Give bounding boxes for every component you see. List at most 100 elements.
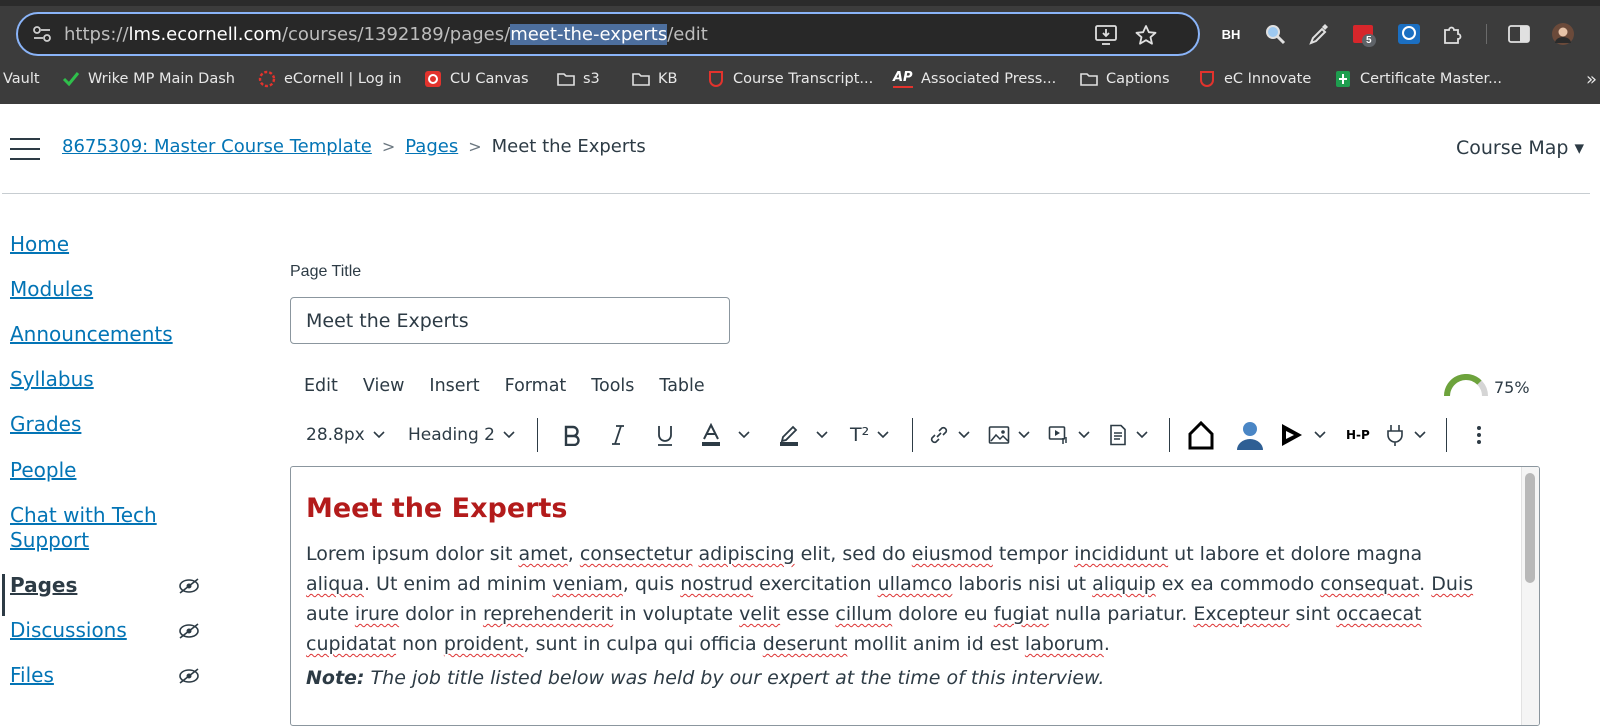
editor-scrollbar[interactable]	[1521, 467, 1539, 725]
extensions-puzzle-icon[interactable]	[1440, 22, 1466, 46]
font-size-value: 28.8px	[306, 425, 365, 445]
chat-extension-icon[interactable]	[1396, 22, 1422, 46]
spellcheck-flagged-word: eiusmod	[911, 543, 993, 565]
nav-item-support[interactable]: Support	[10, 528, 89, 553]
more-tools-button[interactable]	[1476, 420, 1482, 450]
nav-item-files[interactable]: Files	[10, 663, 54, 688]
superscript-button[interactable]: T²	[850, 420, 889, 450]
nav-item-people[interactable]: People	[10, 458, 76, 483]
magnifier-extension-icon[interactable]	[1262, 22, 1288, 46]
link-button[interactable]	[928, 420, 970, 450]
highlighter-icon	[780, 425, 798, 446]
bookmark-label: CU Canvas	[450, 71, 529, 87]
profile-avatar[interactable]	[1550, 22, 1576, 46]
highlight-color-button[interactable]	[778, 420, 828, 450]
image-icon	[988, 426, 1010, 444]
sheets-icon	[1336, 71, 1350, 87]
hamburger-menu-icon[interactable]	[10, 138, 40, 160]
nav-item-home[interactable]: Home	[10, 232, 69, 257]
underline-button[interactable]	[654, 420, 676, 450]
spellcheck-flagged-word: Excepteur	[1193, 603, 1290, 625]
ap-icon: AP	[893, 70, 913, 88]
bookmark-label: eCornell | Log in	[284, 71, 402, 87]
block-format-select[interactable]: Heading 2	[408, 420, 515, 450]
nav-item-grades[interactable]: Grades	[10, 412, 81, 437]
bookmark-course-transcript[interactable]: Course Transcript...	[707, 68, 873, 90]
site-settings-icon[interactable]	[32, 25, 52, 43]
bookmark-ec-innovate[interactable]: eC Innovate	[1198, 68, 1311, 90]
menu-edit[interactable]: Edit	[304, 376, 338, 396]
h5p-tool-button[interactable]: H-P	[1346, 420, 1370, 450]
paragraph-text: laboris nisi ut	[952, 573, 1093, 595]
scrollbar-thumb[interactable]	[1525, 473, 1535, 583]
italic-button[interactable]	[608, 420, 628, 450]
chevron-down-icon	[1314, 431, 1326, 439]
url-text[interactable]: https://lms.ecornell.com/courses/1392189…	[64, 24, 708, 45]
accessibility-score-gauge[interactable]	[1443, 374, 1489, 398]
italic-icon	[612, 425, 624, 445]
paragraph-text: , sunt in culpa qui officia	[523, 633, 763, 655]
font-size-select[interactable]: 28.8px	[306, 420, 385, 450]
bookmark-star-icon[interactable]	[1134, 24, 1158, 46]
bookmark-captions[interactable]: Captions	[1080, 68, 1170, 90]
address-bar[interactable]: https://lms.ecornell.com/courses/1392189…	[16, 12, 1200, 56]
nav-item-pages[interactable]: Pages	[10, 573, 77, 598]
bookmark-label: Associated Press...	[921, 71, 1057, 87]
bookmark-associated-press[interactable]: AP Associated Press...	[893, 68, 1056, 90]
menu-insert[interactable]: Insert	[429, 376, 479, 396]
paragraph-text: .	[1103, 633, 1110, 655]
bookmark-vault[interactable]: Vault	[3, 68, 40, 90]
document-button[interactable]	[1108, 420, 1148, 450]
breadcrumb-pages-link[interactable]: Pages	[405, 136, 458, 157]
link-icon	[930, 426, 948, 444]
studio-tool-button[interactable]	[1280, 420, 1326, 450]
rich-content-editor[interactable]: Meet the Experts Lorem ipsum dolor sit a…	[290, 466, 1540, 726]
bookmark-ecornell-login[interactable]: eCornell | Log in	[258, 68, 402, 90]
bh-extension-icon[interactable]: BH	[1218, 22, 1244, 46]
page-title-input[interactable]	[290, 297, 730, 344]
bookmark-kb[interactable]: KB	[632, 68, 677, 90]
nav-item-modules[interactable]: Modules	[10, 277, 93, 302]
paragraph-text: exercitation	[753, 573, 878, 595]
plugin-tool-button[interactable]	[1384, 420, 1426, 450]
spellcheck-flagged-word: laborum	[1024, 633, 1104, 655]
content-heading[interactable]: Meet the Experts	[306, 493, 567, 524]
bold-button[interactable]	[561, 420, 583, 450]
content-paragraph[interactable]: Lorem ipsum dolor sit amet, consectetur …	[306, 539, 1491, 659]
active-nav-indicator	[2, 574, 5, 616]
text-color-button[interactable]	[700, 420, 750, 450]
bookmark-s3[interactable]: s3	[557, 68, 600, 90]
paragraph-text: tempor	[992, 543, 1075, 565]
bookmark-label: Course Transcript...	[733, 71, 874, 87]
image-button[interactable]	[988, 420, 1030, 450]
user-tool-button[interactable]	[1234, 420, 1266, 450]
spellcheck-flagged-word: proident	[443, 633, 524, 655]
more-bookmarks-button[interactable]: »	[1586, 68, 1597, 90]
content-note[interactable]: Note: The job title listed below was hel…	[306, 667, 1104, 689]
nav-item-chat-with-tech[interactable]: Chat with Tech	[10, 503, 157, 528]
spellcheck-flagged-word: consequat	[1320, 573, 1420, 595]
home-tool-button[interactable]	[1188, 420, 1214, 450]
menu-format[interactable]: Format	[505, 376, 567, 396]
editor-toolbar: 28.8px Heading 2 T² H-P	[290, 414, 1530, 456]
bookmark-certificate-master[interactable]: Certificate Master...	[1334, 68, 1502, 90]
url-path: /courses/1392189/pages/	[281, 24, 511, 45]
breadcrumb-course-link[interactable]: 8675309: Master Course Template	[62, 136, 372, 157]
extension-badge-count: 5	[1362, 34, 1376, 47]
nav-item-syllabus[interactable]: Syllabus	[10, 367, 94, 392]
nav-item-discussions[interactable]: Discussions	[10, 618, 127, 643]
bookmark-wrike[interactable]: Wrike MP Main Dash	[62, 68, 235, 90]
menu-view[interactable]: View	[363, 376, 405, 396]
menu-tools[interactable]: Tools	[591, 376, 634, 396]
nav-item-announcements[interactable]: Announcements	[10, 322, 173, 347]
folder-icon	[557, 73, 575, 86]
side-panel-icon[interactable]	[1506, 22, 1532, 46]
media-button[interactable]	[1048, 420, 1090, 450]
menu-table[interactable]: Table	[659, 376, 704, 396]
install-app-icon[interactable]	[1094, 24, 1118, 46]
bookmark-cu-canvas[interactable]: CU Canvas	[424, 68, 529, 90]
paragraph-text: esse	[780, 603, 836, 625]
badge-extension-icon[interactable]: 5	[1350, 22, 1376, 47]
eyedropper-extension-icon[interactable]	[1306, 22, 1332, 46]
course-map-dropdown[interactable]: Course Map ▾	[1456, 137, 1584, 159]
